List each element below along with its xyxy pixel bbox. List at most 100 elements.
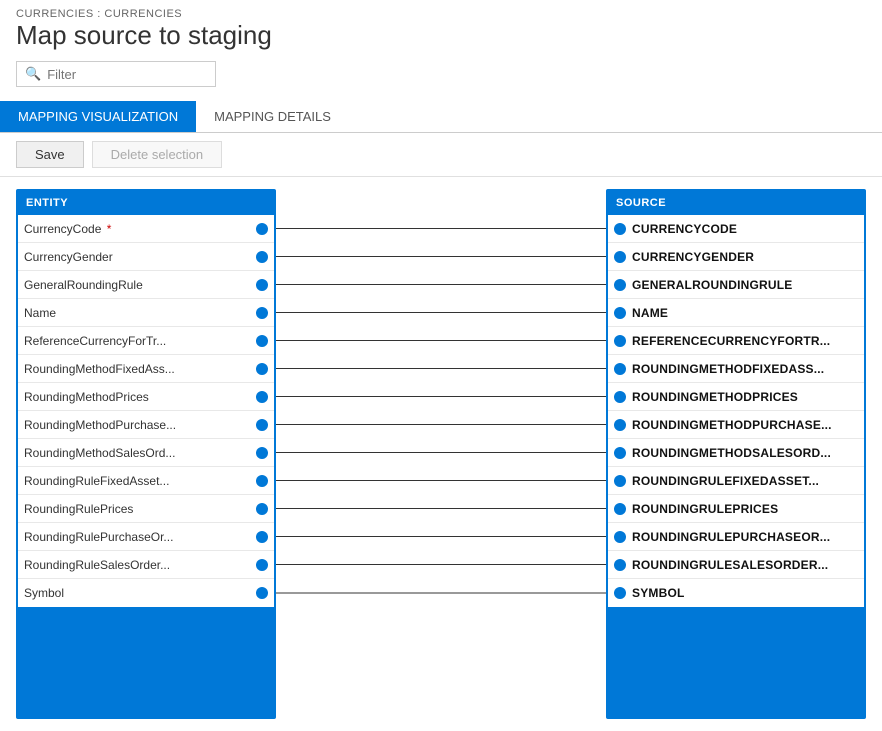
- tab-mapping-visualization[interactable]: MAPPING VISUALIZATION: [0, 101, 196, 132]
- source-row: CURRENCYCODE: [608, 215, 864, 243]
- entity-row-label: CurrencyGender: [24, 250, 250, 264]
- breadcrumb: CURRENCIES : CURRENCIES: [16, 8, 866, 20]
- source-row-label: REFERENCECURRENCYFORTR...: [632, 334, 858, 348]
- source-row: ROUNDINGMETHODSALESORD...: [608, 439, 864, 467]
- source-row-dot: [614, 307, 626, 319]
- entity-row: CurrencyCode *: [18, 215, 274, 243]
- entity-row: RoundingMethodPrices: [18, 383, 274, 411]
- source-row-label: NAME: [632, 306, 858, 320]
- entity-panel-header: ENTITY: [16, 189, 276, 215]
- entity-row: RoundingMethodPurchase...: [18, 411, 274, 439]
- entity-row: RoundingRulePurchaseOr...: [18, 523, 274, 551]
- tab-mapping-details[interactable]: MAPPING DETAILS: [196, 101, 349, 132]
- entity-row: GeneralRoundingRule: [18, 271, 274, 299]
- source-row-label: CURRENCYGENDER: [632, 250, 858, 264]
- entity-row: RoundingRulePrices: [18, 495, 274, 523]
- entity-row-label: Symbol: [24, 586, 250, 600]
- entity-row: CurrencyGender: [18, 243, 274, 271]
- entity-row-label: RoundingMethodPrices: [24, 390, 250, 404]
- source-row: GENERALROUNDINGRULE: [608, 271, 864, 299]
- source-row-dot: [614, 223, 626, 235]
- entity-row-dot: [256, 279, 268, 291]
- filter-box[interactable]: 🔍: [16, 61, 216, 87]
- entity-row-label: RoundingRuleFixedAsset...: [24, 474, 250, 488]
- source-row-dot: [614, 279, 626, 291]
- source-row: ROUNDINGRULEPRICES: [608, 495, 864, 523]
- entity-row-dot: [256, 335, 268, 347]
- source-row-dot: [614, 503, 626, 515]
- source-row: ROUNDINGRULESALESORDER...: [608, 551, 864, 579]
- source-row: CURRENCYGENDER: [608, 243, 864, 271]
- entity-row-label: CurrencyCode *: [24, 222, 250, 236]
- entity-row-dot: [256, 559, 268, 571]
- entity-row: Symbol: [18, 579, 274, 607]
- entity-row-dot: [256, 419, 268, 431]
- source-row-label: GENERALROUNDINGRULE: [632, 278, 858, 292]
- entity-row: RoundingRuleFixedAsset...: [18, 467, 274, 495]
- source-row: ROUNDINGRULEFIXEDASSET...: [608, 467, 864, 495]
- entity-row-dot: [256, 503, 268, 515]
- entity-row-label: RoundingRulePrices: [24, 502, 250, 516]
- source-row-label: ROUNDINGRULEPURCHASEOR...: [632, 530, 858, 544]
- source-row-dot: [614, 419, 626, 431]
- entity-panel: ENTITY CurrencyCode * CurrencyGender Gener…: [16, 189, 276, 719]
- source-row: REFERENCECURRENCYFORTR...: [608, 327, 864, 355]
- source-row-dot: [614, 391, 626, 403]
- entity-row-dot: [256, 251, 268, 263]
- entity-row-label: GeneralRoundingRule: [24, 278, 250, 292]
- entity-row-label: RoundingRuleSalesOrder...: [24, 558, 250, 572]
- entity-rows: CurrencyCode * CurrencyGender GeneralRound…: [16, 215, 276, 609]
- page-title: Map source to staging: [16, 20, 866, 51]
- entity-row-label: Name: [24, 306, 250, 320]
- entity-row: RoundingMethodSalesOrd...: [18, 439, 274, 467]
- entity-row-dot: [256, 307, 268, 319]
- entity-row-label: RoundingRulePurchaseOr...: [24, 530, 250, 544]
- tabs-bar: MAPPING VISUALIZATION MAPPING DETAILS: [0, 101, 882, 133]
- entity-row-label: ReferenceCurrencyForTr...: [24, 334, 250, 348]
- source-row: ROUNDINGRULEPURCHASEOR...: [608, 523, 864, 551]
- entity-row-dot: [256, 531, 268, 543]
- entity-row-label: RoundingMethodPurchase...: [24, 418, 250, 432]
- source-row-dot: [614, 531, 626, 543]
- entity-row-dot: [256, 587, 268, 599]
- entity-row: RoundingMethodFixedAss...: [18, 355, 274, 383]
- source-row: SYMBOL: [608, 579, 864, 607]
- entity-row: RoundingRuleSalesOrder...: [18, 551, 274, 579]
- entity-row-dot: [256, 447, 268, 459]
- source-row-label: SYMBOL: [632, 586, 858, 600]
- entity-row-dot: [256, 391, 268, 403]
- source-row-label: ROUNDINGMETHODSALESORD...: [632, 446, 858, 460]
- required-indicator: *: [103, 222, 111, 236]
- source-row: ROUNDINGMETHODFIXEDASS...: [608, 355, 864, 383]
- entity-row-dot: [256, 363, 268, 375]
- entity-row: ReferenceCurrencyForTr...: [18, 327, 274, 355]
- source-row-label: ROUNDINGMETHODFIXEDASS...: [632, 362, 858, 376]
- save-button[interactable]: Save: [16, 141, 84, 168]
- source-row-dot: [614, 251, 626, 263]
- entity-row: Name: [18, 299, 274, 327]
- mapping-area: ENTITY CurrencyCode * CurrencyGender Gener…: [0, 177, 882, 731]
- source-row: NAME: [608, 299, 864, 327]
- entity-row-dot: [256, 475, 268, 487]
- source-row-label: ROUNDINGRULESALESORDER...: [632, 558, 858, 572]
- filter-input[interactable]: [47, 67, 207, 82]
- source-row-dot: [614, 447, 626, 459]
- source-row: ROUNDINGMETHODPURCHASE...: [608, 411, 864, 439]
- search-icon: 🔍: [25, 66, 41, 82]
- source-rows: CURRENCYCODE CURRENCYGENDER GENERALROUNDIN…: [606, 215, 866, 609]
- source-row-dot: [614, 475, 626, 487]
- source-row-label: ROUNDINGRULEFIXEDASSET...: [632, 474, 858, 488]
- source-row-dot: [614, 559, 626, 571]
- source-row-label: ROUNDINGMETHODPURCHASE...: [632, 418, 858, 432]
- entity-row-label: RoundingMethodSalesOrd...: [24, 446, 250, 460]
- source-row-label: ROUNDINGRULEPRICES: [632, 502, 858, 516]
- source-panel: SOURCE CURRENCYCODECURRENCYGENDERGENERAL…: [606, 189, 866, 719]
- delete-selection-button[interactable]: Delete selection: [92, 141, 223, 168]
- entity-row-label: RoundingMethodFixedAss...: [24, 362, 250, 376]
- source-row-label: CURRENCYCODE: [632, 222, 858, 236]
- toolbar: Save Delete selection: [0, 133, 882, 177]
- source-row-dot: [614, 335, 626, 347]
- source-row-label: ROUNDINGMETHODPRICES: [632, 390, 858, 404]
- entity-row-dot: [256, 223, 268, 235]
- connecting-lines: [276, 189, 606, 719]
